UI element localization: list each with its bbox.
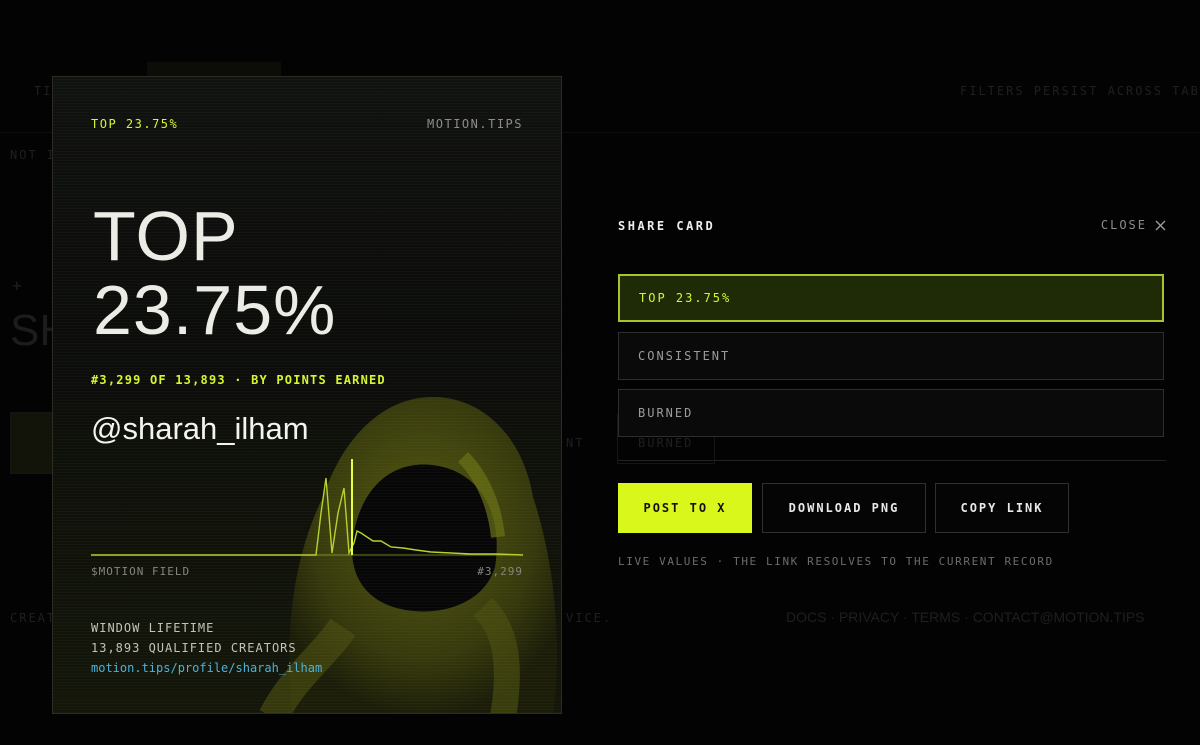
card-brand: MOTION.TIPS <box>427 117 523 131</box>
close-button[interactable]: CLOSE <box>1101 218 1166 232</box>
card-creators: 13,893 QUALIFIED CREATORS <box>91 641 297 655</box>
share-panel-title: SHARE CARD <box>618 219 716 233</box>
background-footer-mid: VICE. <box>566 611 613 625</box>
live-values-note: LIVE VALUES · THE LINK RESOLVES TO THE C… <box>618 555 1054 568</box>
card-profile-url: motion.tips/profile/sharah_ilham <box>91 661 323 675</box>
background-tab-mid: NT <box>566 436 585 450</box>
close-icon <box>1155 220 1166 230</box>
background-plus: + <box>12 276 24 295</box>
panel-divider <box>618 460 1166 461</box>
option-burned[interactable]: BURNED <box>618 389 1164 437</box>
card-rank-line: #3,299 OF 13,893 · BY POINTS EARNED <box>91 373 386 387</box>
background-tab-active <box>147 62 281 76</box>
card-top-tag: TOP 23.75% <box>91 117 179 131</box>
card-footer: WINDOW LIFETIME 13,893 QUALIFIED CREATOR… <box>91 618 322 678</box>
card-hero-rank: TOP 23.75% <box>93 197 337 349</box>
card-field-label: $MOTION FIELD <box>91 565 191 578</box>
option-consistent[interactable]: CONSISTENT <box>618 332 1164 380</box>
points-sparkline <box>91 459 523 556</box>
close-label: CLOSE <box>1100 218 1147 232</box>
sparkline-path <box>91 477 523 556</box>
card-hero-line2: 23.75% <box>93 271 337 349</box>
card-handle: @sharah_ilham <box>91 411 309 446</box>
card-hero-line1: TOP <box>93 197 239 275</box>
card-field-value: #3,299 <box>477 565 523 578</box>
background-tab-burned: BURNED <box>638 436 694 450</box>
background-tab-label: TI <box>34 84 53 98</box>
option-top-percent[interactable]: TOP 23.75% <box>618 274 1164 322</box>
background-notice: FILTERS PERSIST ACROSS TABS <box>960 84 1200 98</box>
download-png-button[interactable]: DOWNLOAD PNG <box>762 483 926 533</box>
share-card-preview: TOP 23.75% MOTION.TIPS TOP 23.75% #3,299… <box>52 76 562 714</box>
card-window: WINDOW LIFETIME <box>91 621 215 635</box>
background-footer-links: DOCS · PRIVACY · TERMS · CONTACT@MOTION.… <box>786 609 1145 625</box>
post-to-x-button[interactable]: POST TO X <box>618 483 752 533</box>
background-subtext: NOT I <box>10 148 57 162</box>
background-footer-left: CREAT <box>10 611 57 625</box>
background-button <box>10 412 56 474</box>
copy-link-button[interactable]: COPY LINK <box>935 483 1069 533</box>
